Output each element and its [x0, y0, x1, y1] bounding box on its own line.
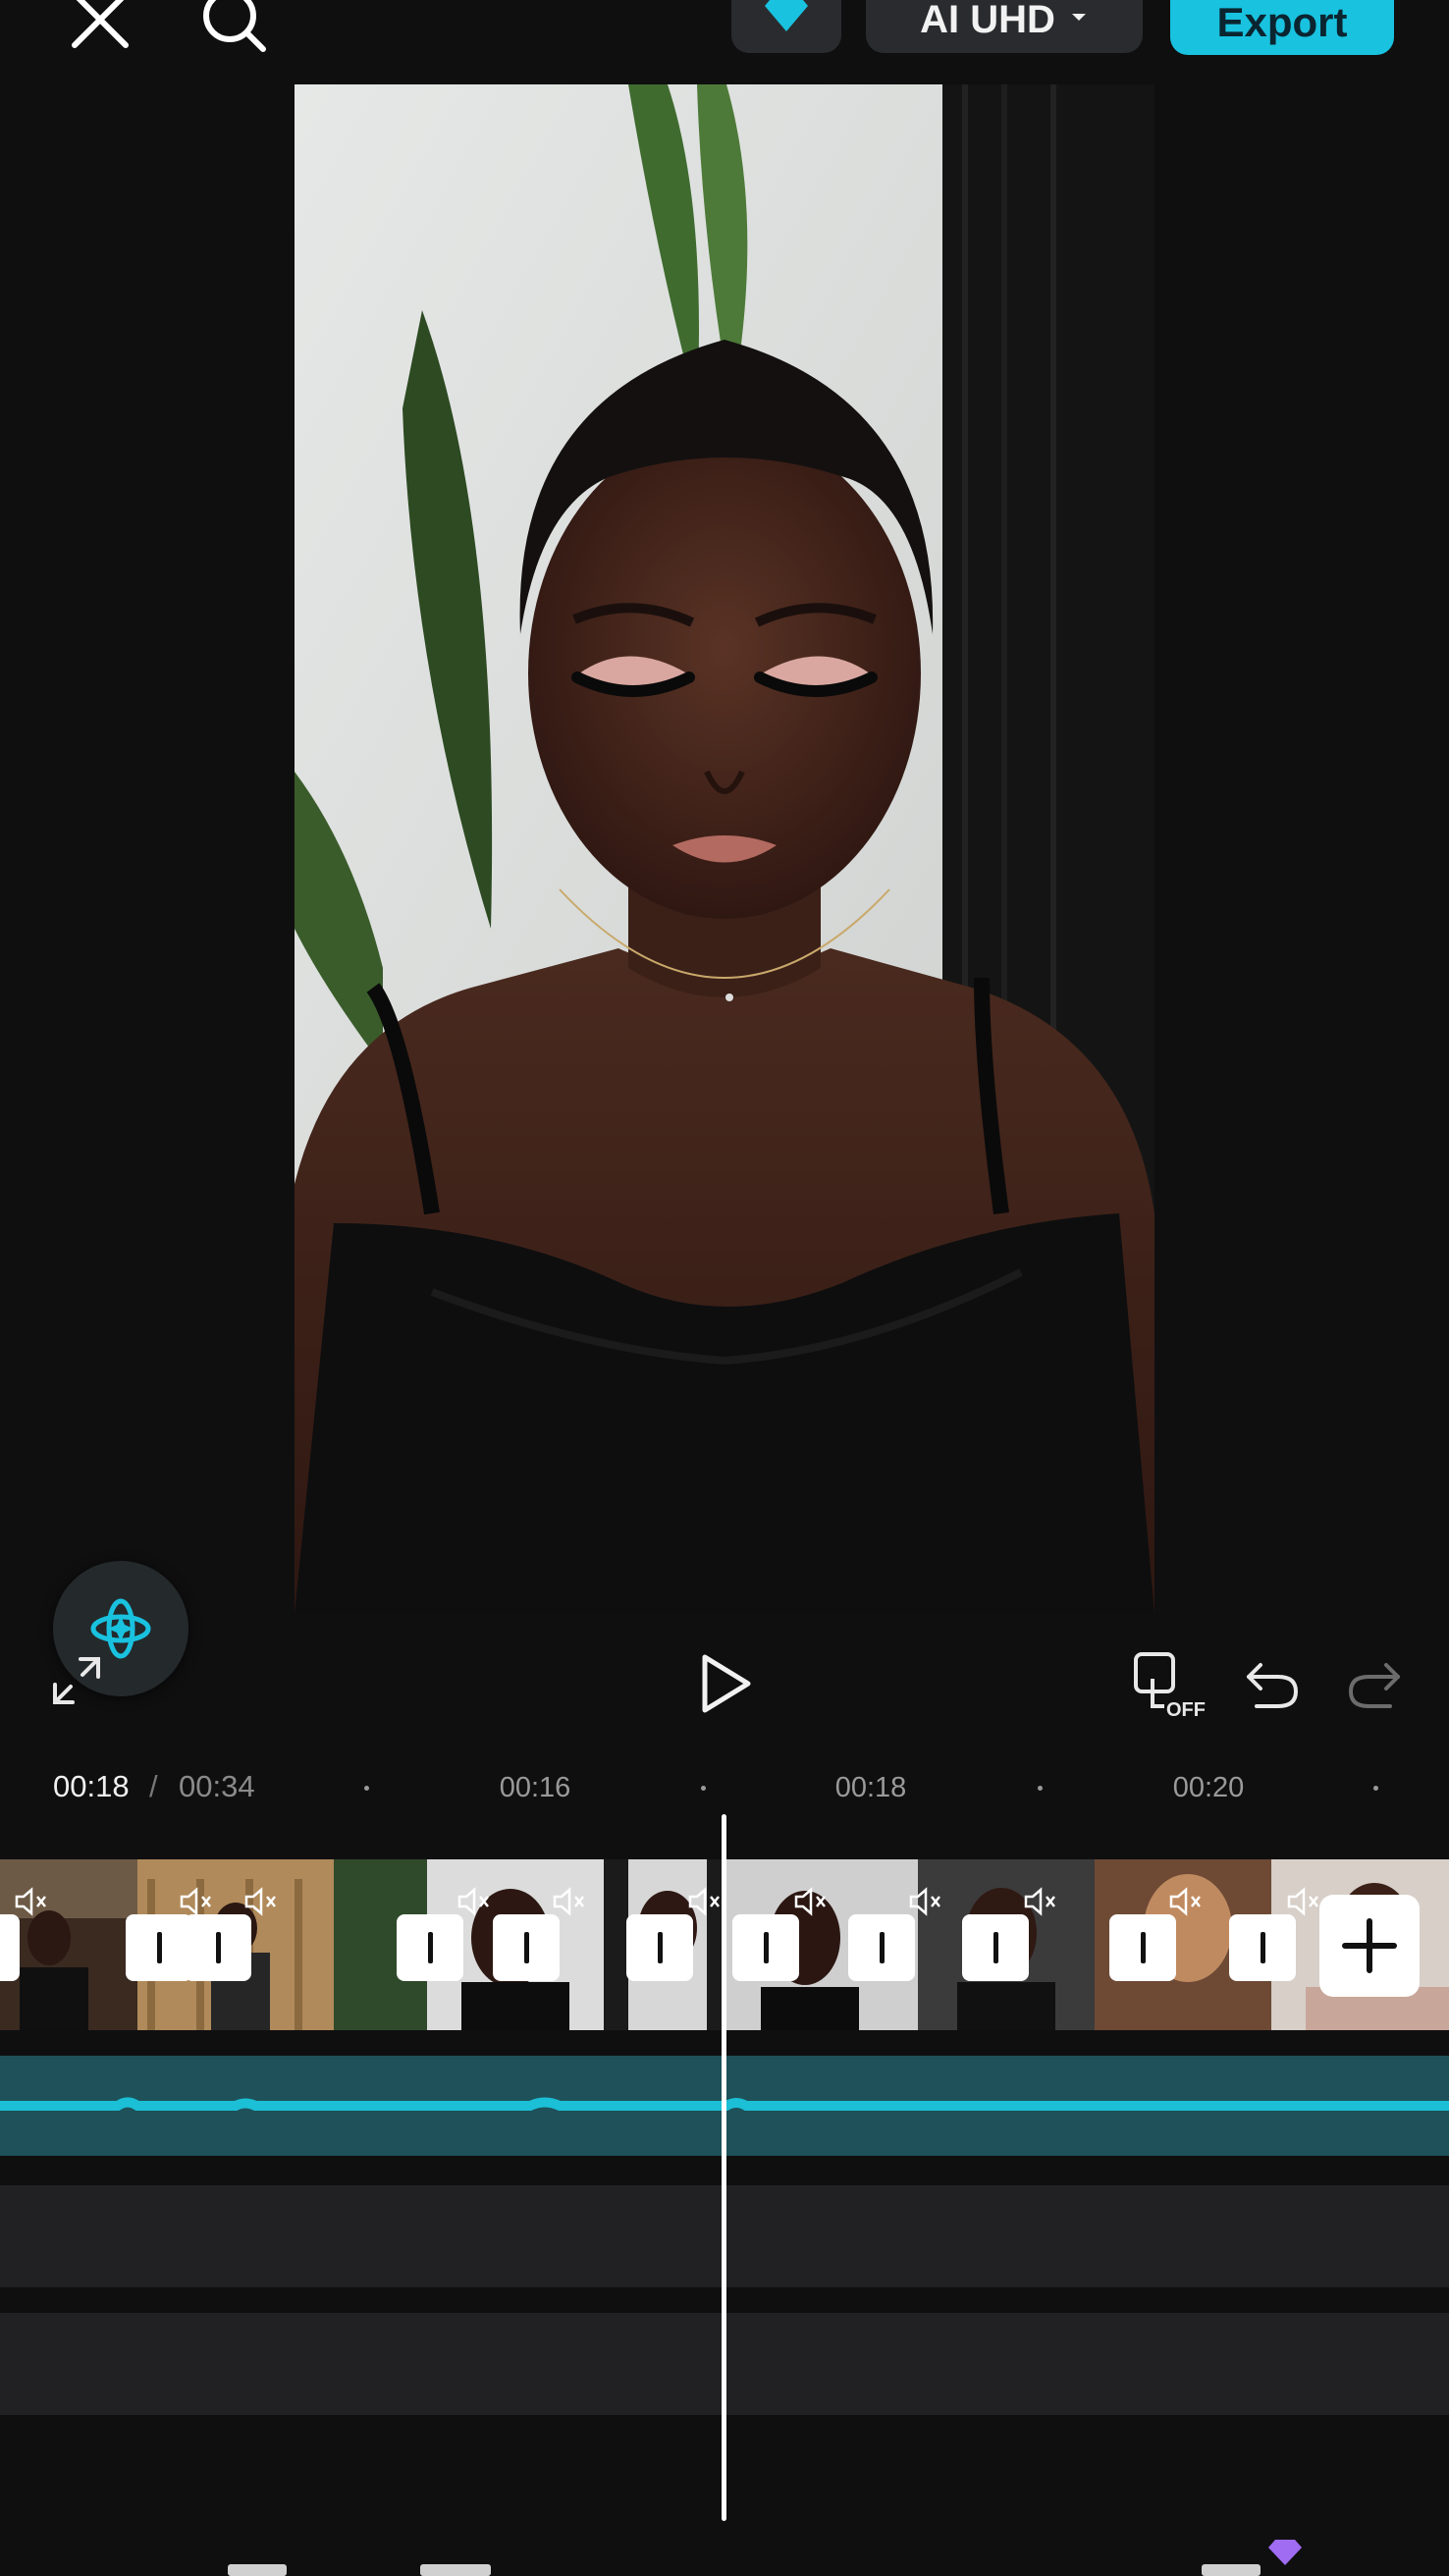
resolution-label: AI UHD: [920, 0, 1055, 41]
ruler-label: 00:20: [1172, 1772, 1245, 1803]
ruler-dot: [1373, 1786, 1378, 1791]
clip-transition-handle[interactable]: [0, 1914, 20, 1981]
mute-icon[interactable]: [243, 1887, 279, 1916]
ruler-dot: [364, 1786, 369, 1791]
mute-icon[interactable]: [1023, 1887, 1058, 1916]
mute-icon[interactable]: [687, 1887, 723, 1916]
clip-transition-handle[interactable]: [185, 1914, 251, 1981]
mute-icon[interactable]: [552, 1887, 587, 1916]
pro-gem-icon: [1268, 2540, 1302, 2565]
diamond-icon: [765, 0, 808, 31]
top-bar: AI UHD Export: [0, 0, 1449, 79]
mute-icon[interactable]: [456, 1887, 492, 1916]
close-icon[interactable]: [61, 0, 139, 59]
bottom-toolbar: [0, 2543, 1449, 2576]
video-preview[interactable]: [295, 84, 1154, 1614]
chevron-down-icon: [1071, 14, 1086, 21]
clip-transition-handle[interactable]: [1229, 1914, 1296, 1981]
clip-transition-handle[interactable]: [126, 1914, 192, 1981]
mute-icon[interactable]: [179, 1887, 214, 1916]
toolbar-icon-partial[interactable]: [1202, 2564, 1261, 2576]
toolbar-icon-partial[interactable]: [420, 2564, 491, 2576]
ruler-dot: [701, 1786, 706, 1791]
export-label: Export: [1216, 0, 1348, 45]
toolbar-icon-partial[interactable]: [228, 2564, 287, 2576]
total-time: 00:34: [179, 1769, 255, 1803]
playhead[interactable]: [722, 1814, 726, 2521]
undo-icon[interactable]: [1243, 1657, 1302, 1712]
mute-icon[interactable]: [1168, 1887, 1204, 1916]
keyframe-state-label: OFF: [1166, 1699, 1206, 1720]
clip-transition-handle[interactable]: [1109, 1914, 1176, 1981]
fullscreen-icon[interactable]: [51, 1655, 102, 1706]
clip-transition-handle[interactable]: [848, 1914, 915, 1981]
clip-transition-handle[interactable]: [493, 1914, 560, 1981]
redo-icon[interactable]: [1345, 1657, 1404, 1712]
pro-button[interactable]: [731, 0, 841, 53]
search-icon[interactable]: [194, 0, 273, 59]
time-separator: /: [149, 1769, 158, 1803]
ruler-label: 00:16: [499, 1772, 571, 1803]
ruler-dot: [1038, 1786, 1043, 1791]
export-button[interactable]: Export: [1170, 0, 1394, 55]
video-frame-image: [295, 84, 1154, 1614]
add-clip-button[interactable]: [1319, 1895, 1420, 1997]
clip-transition-handle[interactable]: [732, 1914, 799, 1981]
mute-icon[interactable]: [793, 1887, 829, 1916]
ruler-label: 00:18: [834, 1772, 907, 1803]
clip-transition-handle[interactable]: [962, 1914, 1029, 1981]
keyframe-icon[interactable]: OFF: [1131, 1649, 1209, 1720]
plus-icon: [1342, 1918, 1397, 1973]
ai-sparkle-icon: [90, 1598, 151, 1659]
resolution-dropdown[interactable]: AI UHD: [866, 0, 1143, 53]
clip-transition-handle[interactable]: [626, 1914, 693, 1981]
mute-icon[interactable]: [14, 1887, 49, 1916]
clip-transition-handle[interactable]: [397, 1914, 463, 1981]
current-time: 00:18: [53, 1769, 130, 1803]
play-icon[interactable]: [695, 1649, 754, 1718]
mute-icon[interactable]: [1286, 1887, 1321, 1916]
mute-icon[interactable]: [908, 1887, 943, 1916]
